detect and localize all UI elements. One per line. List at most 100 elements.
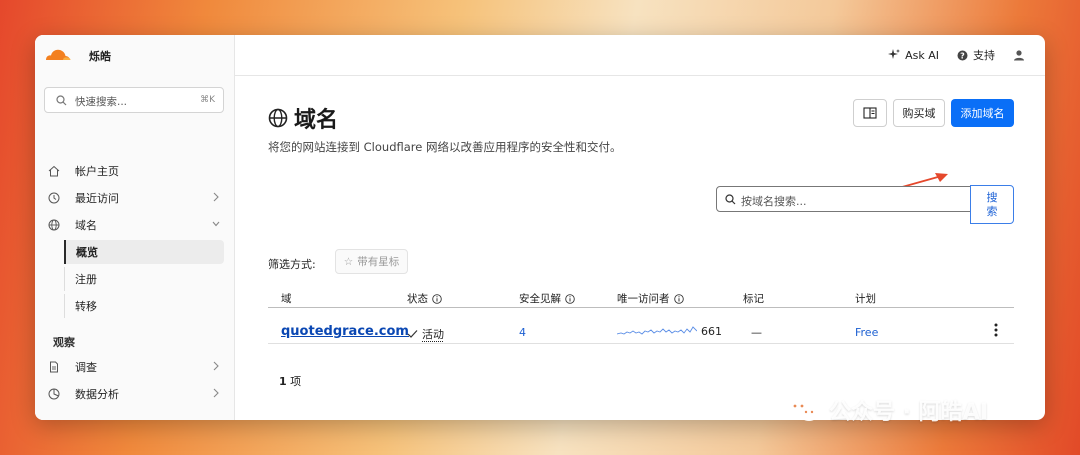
search-button-label: 搜索 [986, 190, 998, 218]
watermark: 公众号 · 阿皓AI [785, 394, 988, 426]
help-icon: ? [957, 50, 968, 60]
section-observe: 观察 [53, 336, 75, 349]
sidebar-item-domains[interactable]: 域名 [47, 214, 223, 236]
column-header-domain[interactable]: 域 [281, 291, 292, 306]
quick-search-placeholder: 快速搜索... [75, 96, 128, 108]
column-header-label: 唯一访问者 [617, 293, 670, 305]
plan-link[interactable]: Free [855, 326, 878, 339]
row-actions-menu[interactable] [993, 322, 999, 338]
star-icon: ☆ [343, 255, 354, 268]
domain-link[interactable]: quotedgrace.com [281, 324, 409, 339]
table-row-plan[interactable]: Free [855, 326, 878, 339]
document-icon [47, 360, 61, 374]
globe-icon [268, 108, 288, 128]
info-icon[interactable] [432, 293, 442, 304]
buy-domain-button[interactable]: 购买域 [893, 99, 945, 127]
brand-area: 烁皓 [35, 35, 235, 76]
page-title: 域名 [268, 102, 338, 134]
sidebar-item-recent[interactable]: 最近访问 [47, 187, 223, 209]
wechat-icon [787, 398, 819, 421]
column-header-label: 状态 [407, 293, 428, 305]
top-actions: Ask AI ? 支持 [888, 47, 1025, 63]
user-menu-button[interactable] [1013, 49, 1025, 61]
support-button[interactable]: ? 支持 [957, 47, 995, 63]
column-header-plan[interactable]: 计划 [855, 291, 876, 306]
watermark-text: 公众号 · 阿皓AI [829, 400, 988, 425]
filter-label: 筛选方式: [268, 258, 316, 271]
check-icon [407, 330, 418, 338]
chart-icon [47, 387, 61, 401]
starred-filter-label: 带有星标 [357, 256, 400, 268]
sidebar-item-label: 帐户主页 [75, 165, 119, 178]
sidebar: 快速搜索... ⌘K 帐户主页 最近访问 域名 概览 注册 转移 观察 调查 数 [35, 76, 235, 420]
main-content: 域名 将您的网站连接到 Cloudflare 网络以改善应用程序的安全性和交付。… [235, 76, 1045, 420]
ask-ai-button[interactable]: Ask AI [888, 49, 939, 62]
column-header-label: 域 [281, 293, 292, 305]
domain-search-placeholder: 按域名搜索... [741, 195, 807, 208]
item-count: 1 项 [279, 373, 301, 389]
info-icon[interactable] [673, 293, 684, 304]
chevron-right-icon [213, 361, 219, 371]
cloudflare-logo[interactable] [43, 46, 73, 62]
chevron-down-icon [212, 221, 220, 227]
visitors-count: 661 [701, 324, 722, 338]
home-icon [47, 164, 61, 178]
sidebar-sub-register[interactable]: 注册 [64, 267, 224, 291]
svg-text:?: ? [960, 51, 965, 60]
column-header-label: 安全见解 [519, 293, 561, 305]
column-header-tags[interactable]: 标记 [743, 291, 764, 306]
top-bar: 烁皓 Ask AI ? 支持 [35, 35, 1045, 76]
account-name[interactable]: 烁皓 [89, 48, 111, 64]
search-shortcut: ⌘K [200, 95, 215, 105]
table-row-tag: — [751, 326, 762, 339]
column-header-label: 标记 [743, 293, 764, 305]
visitors-sparkline [617, 326, 697, 335]
column-header-label: 计划 [855, 293, 876, 305]
sparkle-icon [888, 49, 901, 59]
table-row-insights[interactable]: 4 [519, 326, 526, 339]
add-domain-button[interactable]: 添加域名 [951, 99, 1014, 127]
user-icon [1014, 50, 1024, 61]
chevron-right-icon [213, 192, 219, 202]
sidebar-item-investigate[interactable]: 调查 [47, 356, 223, 378]
clock-icon [47, 191, 61, 205]
search-icon [56, 95, 67, 106]
column-header-status[interactable]: 状态 [407, 291, 442, 306]
ask-ai-label: Ask AI [905, 48, 939, 62]
sidebar-sub-transfer[interactable]: 转移 [64, 294, 224, 318]
item-count-unit: 项 [290, 375, 302, 388]
insights-count[interactable]: 4 [519, 326, 526, 339]
chevron-right-icon [213, 388, 219, 398]
page-title-text: 域名 [294, 108, 339, 133]
sidebar-item-label: 最近访问 [75, 192, 119, 205]
docs-button[interactable] [853, 99, 887, 127]
app-window: 烁皓 Ask AI ? 支持 快速搜索... ⌘K 帐户主页 最近访问 域名 概… [35, 35, 1045, 420]
globe-icon [47, 218, 61, 232]
quick-search-input[interactable]: 快速搜索... ⌘K [44, 87, 224, 113]
support-label: 支持 [973, 49, 995, 62]
search-button[interactable]: 搜索 [970, 185, 1014, 224]
search-icon [725, 194, 736, 205]
table-row-status: 活动 [407, 326, 444, 342]
sidebar-item-label: 调查 [75, 361, 97, 374]
page-subtitle: 将您的网站连接到 Cloudflare 网络以改善应用程序的安全性和交付。 [268, 140, 622, 154]
sidebar-item-label: 域名 [75, 219, 97, 232]
starred-filter-button[interactable]: ☆ 带有星标 [335, 249, 408, 274]
table-row-domain[interactable]: quotedgrace.com [281, 324, 409, 339]
sidebar-item-label: 数据分析 [75, 388, 119, 401]
sidebar-item-home[interactable]: 帐户主页 [47, 160, 223, 182]
sidebar-sub-overview[interactable]: 概览 [64, 240, 224, 264]
column-header-visitors[interactable]: 唯一访问者 [617, 291, 684, 306]
table-header-divider [268, 307, 1014, 308]
domain-search-input[interactable]: 按域名搜索... [716, 186, 971, 212]
more-vertical-icon [994, 323, 998, 337]
tag-value: — [751, 326, 762, 339]
info-icon[interactable] [565, 293, 575, 304]
column-header-insights[interactable]: 安全见解 [519, 291, 575, 306]
status-text: 活动 [422, 328, 444, 341]
book-icon [863, 107, 877, 119]
table-row-divider [268, 343, 1014, 344]
table-row-visitors: 661 [617, 324, 722, 338]
item-count-number: 1 [279, 375, 287, 388]
sidebar-item-analytics[interactable]: 数据分析 [47, 383, 223, 405]
